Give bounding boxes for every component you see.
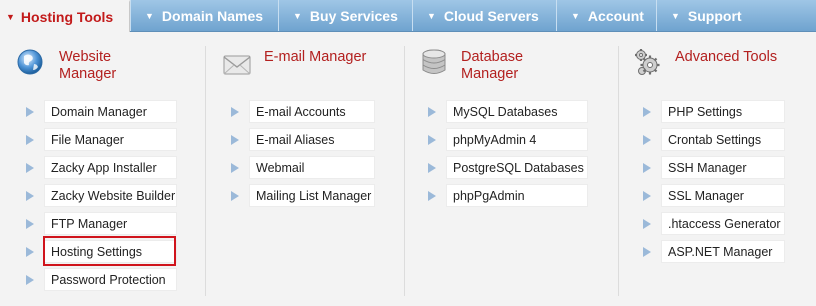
item-label: Zacky App Installer [51, 160, 157, 175]
item-label: Mailing List Manager [256, 188, 372, 203]
item-label: Webmail [256, 160, 305, 175]
item-label: Crontab Settings [668, 132, 762, 147]
tab-label: Hosting Tools [20, 9, 114, 25]
menu-item-mailing-list-manager[interactable]: Mailing List Manager [249, 184, 375, 207]
tab-label: Cloud Servers [443, 7, 539, 24]
bullet-arrow-icon [643, 247, 651, 257]
tab-hosting-tools[interactable]: ▼ Hosting Tools [0, 0, 130, 32]
item-label: Zacky Website Builder [51, 188, 176, 203]
bullet-arrow-icon [643, 163, 651, 173]
title-line: Website [59, 49, 112, 65]
item-label: E-mail Aliases [256, 132, 335, 147]
menu-item-app-installer[interactable]: Zacky App Installer [44, 156, 177, 179]
gears-icon [635, 49, 660, 75]
email-manager-title[interactable]: E-mail Manager [264, 49, 366, 66]
highlight-frame [43, 236, 176, 266]
envelope-icon [223, 55, 251, 75]
item-label: Password Protection [51, 272, 166, 287]
bullet-arrow-icon [231, 163, 239, 173]
bullet-arrow-icon [26, 135, 34, 145]
menu-item-crontab-settings[interactable]: Crontab Settings [661, 128, 785, 151]
bullet-arrow-icon [26, 191, 34, 201]
database-icon [422, 49, 446, 74]
caret-down-icon: ▼ [145, 10, 154, 21]
item-label: MySQL Databases [453, 104, 558, 119]
item-label: phpMyAdmin 4 [453, 132, 537, 147]
menu-item-email-aliases[interactable]: E-mail Aliases [249, 128, 375, 151]
menu-item-ftp-manager[interactable]: FTP Manager [44, 212, 177, 235]
caret-down-icon: ▼ [6, 12, 15, 22]
menu-item-htaccess-generator[interactable]: .htaccess Generator [661, 212, 785, 235]
title-line: Manager [461, 66, 519, 82]
bullet-arrow-icon [643, 135, 651, 145]
item-label: PHP Settings [668, 104, 743, 119]
item-label: PostgreSQL Databases [453, 160, 584, 175]
globe-icon [17, 49, 43, 75]
title-line: Advanced Tools [675, 49, 778, 65]
tab-buy-services[interactable]: ▼ Buy Services [278, 0, 412, 31]
item-label: FTP Manager [51, 216, 128, 231]
bullet-arrow-icon [231, 191, 239, 201]
advanced-tools-title[interactable]: Advanced Tools [675, 49, 777, 66]
menu-item-ssl-manager[interactable]: SSL Manager [661, 184, 785, 207]
bullet-arrow-icon [643, 219, 651, 229]
database-manager-title[interactable]: Database Manager [461, 49, 523, 83]
bullet-arrow-icon [26, 163, 34, 173]
item-label: phpPgAdmin [453, 188, 525, 203]
title-line: Manager [59, 66, 117, 82]
item-label: .htaccess Generator [668, 216, 781, 231]
bullet-arrow-icon [26, 275, 34, 285]
caret-down-icon: ▼ [671, 10, 680, 21]
menu-item-postgresql-databases[interactable]: PostgreSQL Databases [446, 156, 588, 179]
tab-account[interactable]: ▼ Account [556, 0, 656, 31]
item-label: Domain Manager [51, 104, 147, 119]
website-manager-title[interactable]: Website Manager [59, 49, 116, 83]
menu-item-mysql-databases[interactable]: MySQL Databases [446, 100, 588, 123]
bullet-arrow-icon [231, 107, 239, 117]
item-label: ASP.NET Manager [668, 244, 773, 259]
bullet-arrow-icon [428, 191, 436, 201]
caret-down-icon: ▼ [427, 10, 436, 21]
menu-item-email-accounts[interactable]: E-mail Accounts [249, 100, 375, 123]
bullet-arrow-icon [26, 219, 34, 229]
menu-item-password-protection[interactable]: Password Protection [44, 268, 177, 291]
bullet-arrow-icon [428, 135, 436, 145]
tab-cloud-servers[interactable]: ▼ Cloud Servers [412, 0, 556, 31]
tab-label: Support [687, 7, 742, 24]
menu-item-file-manager[interactable]: File Manager [44, 128, 177, 151]
title-line: E-mail Manager [264, 49, 367, 65]
menu-item-php-settings[interactable]: PHP Settings [661, 100, 785, 123]
bullet-arrow-icon [643, 191, 651, 201]
menu-item-phpmyadmin[interactable]: phpMyAdmin 4 [446, 128, 588, 151]
database-manager-column: Database Manager MySQL Databases phpMyAd… [405, 32, 618, 306]
bullet-arrow-icon [26, 247, 34, 257]
top-nav: ▼ Hosting Tools ▼ Domain Names ▼ Buy Ser… [0, 0, 816, 32]
tab-label: Domain Names [161, 7, 264, 24]
item-label: SSH Manager [668, 160, 747, 175]
item-label: File Manager [51, 132, 124, 147]
tab-domain-names[interactable]: ▼ Domain Names [130, 0, 278, 31]
bullet-arrow-icon [643, 107, 651, 117]
title-line: Database [461, 49, 524, 65]
caret-down-icon: ▼ [571, 10, 580, 21]
bullet-arrow-icon [231, 135, 239, 145]
menu-item-webmail[interactable]: Webmail [249, 156, 375, 179]
menu-item-domain-manager[interactable]: Domain Manager [44, 100, 177, 123]
tab-support[interactable]: ▼ Support [656, 0, 816, 31]
bullet-arrow-icon [428, 107, 436, 117]
tab-label: Buy Services [309, 7, 398, 24]
email-manager-column: E-mail Manager E-mail Accounts E-mail Al… [206, 32, 404, 306]
bullet-arrow-icon [428, 163, 436, 173]
caret-down-icon: ▼ [293, 10, 302, 21]
item-label: SSL Manager [668, 188, 744, 203]
menu-item-aspnet-manager[interactable]: ASP.NET Manager [661, 240, 785, 263]
item-label: E-mail Accounts [256, 104, 346, 119]
advanced-tools-column: Advanced Tools PHP Settings Crontab Sett… [619, 32, 816, 306]
bullet-arrow-icon [26, 107, 34, 117]
menu-item-ssh-manager[interactable]: SSH Manager [661, 156, 785, 179]
menu-item-website-builder[interactable]: Zacky Website Builder [44, 184, 177, 207]
menu-item-phppgadmin[interactable]: phpPgAdmin [446, 184, 588, 207]
tab-label: Account [587, 7, 644, 24]
